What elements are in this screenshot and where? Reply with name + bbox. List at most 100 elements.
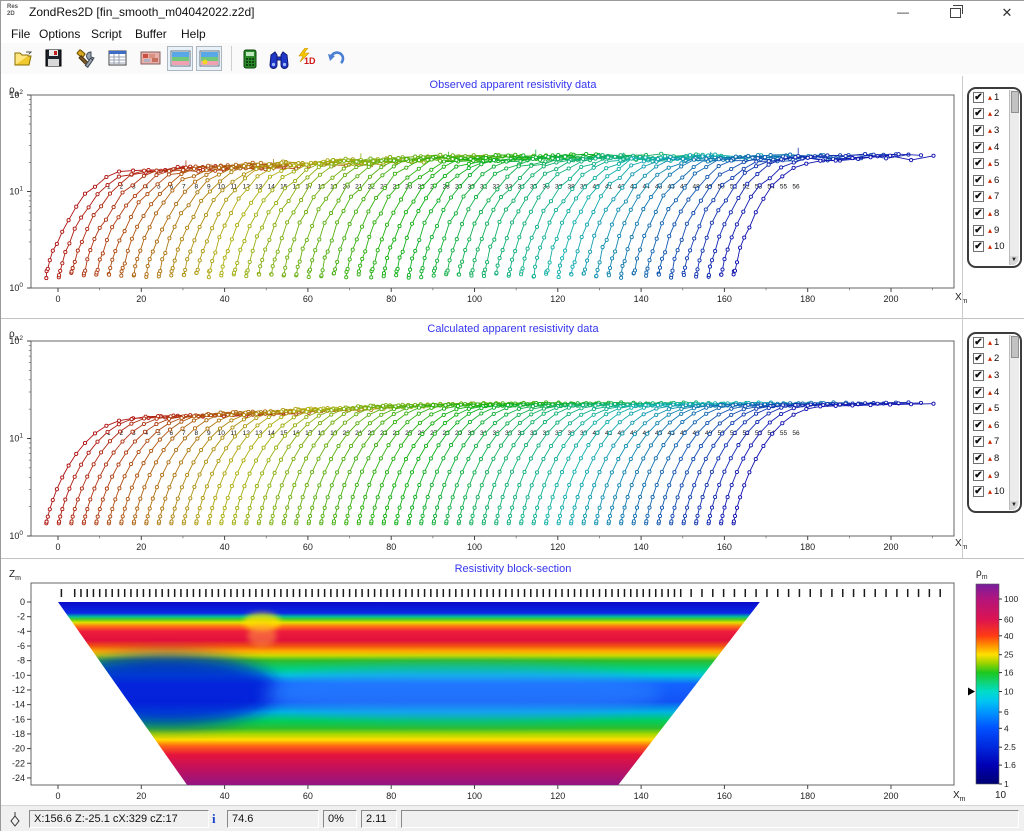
series-checkbox-7[interactable]: ✔: [973, 191, 984, 202]
svg-text:40: 40: [220, 294, 230, 304]
legend-scrollbar-thumb[interactable]: [1011, 91, 1019, 113]
calculator-button[interactable]: [239, 46, 265, 71]
series-checkbox-1[interactable]: ✔: [973, 92, 984, 103]
restore-button[interactable]: [933, 1, 977, 24]
series-checkbox-8[interactable]: ✔: [973, 453, 984, 464]
search-button[interactable]: [265, 46, 291, 71]
series-label: 9: [994, 225, 999, 236]
series-checkbox-6[interactable]: ✔: [973, 175, 984, 186]
table-button[interactable]: [105, 46, 131, 71]
svg-text:6: 6: [1004, 707, 1009, 717]
app-window: Res 2D ZondRes2D [fin_smooth_m04042022.z…: [0, 0, 1024, 831]
series-checkbox-6[interactable]: ✔: [973, 420, 984, 431]
svg-text:-6: -6: [17, 641, 25, 651]
series-checkbox-2[interactable]: ✔: [973, 108, 984, 119]
series-checkbox-1[interactable]: ✔: [973, 337, 984, 348]
series-checkbox-5[interactable]: ✔: [973, 403, 984, 414]
series-checkbox-10[interactable]: ✔: [973, 241, 984, 252]
svg-text:101: 101: [9, 433, 23, 444]
legend-scrollbar[interactable]: ▼: [1009, 335, 1019, 510]
block-section-plot[interactable]: 0-2-4-6-8-10-12-14-16-18-20-22-240204060…: [1, 559, 1024, 805]
inversion-1d-button[interactable]: 1D: [293, 46, 319, 71]
series-label: 10: [994, 486, 1005, 497]
svg-text:100: 100: [1004, 594, 1018, 604]
series-checkbox-10[interactable]: ✔: [973, 486, 984, 497]
model-view-button[interactable]: [137, 46, 163, 71]
legend-scroll-down-icon[interactable]: ▼: [1010, 256, 1018, 265]
series-checkbox-4[interactable]: ✔: [973, 387, 984, 398]
menu-file[interactable]: File: [7, 26, 34, 42]
menu-bar: File Options Script Buffer Help: [1, 24, 1024, 43]
legend-splitter[interactable]: [962, 76, 963, 558]
settings-button[interactable]: [73, 46, 99, 71]
calculator-icon: [242, 49, 258, 69]
legend-scroll-down-icon[interactable]: ▼: [1010, 501, 1018, 510]
svg-text:9: 9: [207, 183, 211, 190]
save-button[interactable]: [41, 46, 67, 71]
status-bar: X:156.6 Z:-25.1 cX:329 cZ:17 i 74.6 0% 2…: [1, 805, 1024, 831]
panel-separator-1: [1, 318, 1024, 319]
menu-options[interactable]: Options: [35, 26, 84, 42]
menu-script[interactable]: Script: [87, 26, 126, 42]
series-checkbox-9[interactable]: ✔: [973, 470, 984, 481]
model-pseudosection-view-button[interactable]: [196, 46, 222, 71]
svg-text:55: 55: [780, 430, 788, 437]
menu-buffer[interactable]: Buffer: [131, 26, 171, 42]
svg-text:1.6: 1.6: [1004, 760, 1016, 770]
series-checkbox-5[interactable]: ✔: [973, 158, 984, 169]
svg-text:120: 120: [550, 542, 565, 552]
svg-text:0: 0: [55, 791, 60, 801]
observed-chart-plot[interactable]: 1001011020204060801001201401601802001234…: [1, 74, 1024, 319]
calculated-chart-plot[interactable]: 1001011020204060801001201401601802001234…: [1, 319, 1024, 559]
menu-help[interactable]: Help: [177, 26, 210, 42]
calculated-legend-panel: ✔▴1✔▴2✔▴3✔▴4✔▴5✔▴6✔▴7✔▴8✔▴9✔▴10▼: [967, 332, 1022, 513]
svg-text:25: 25: [1004, 650, 1014, 660]
series-checkbox-3[interactable]: ✔: [973, 370, 984, 381]
svg-text:40: 40: [220, 791, 230, 801]
pseudosection-view-button[interactable]: [167, 46, 193, 71]
series-marker-icon: ▴: [988, 93, 992, 102]
open-button[interactable]: [11, 46, 37, 71]
svg-text:160: 160: [717, 791, 732, 801]
binoculars-icon: [268, 49, 290, 69]
series-marker-icon: ▴: [988, 354, 992, 363]
series-checkbox-3[interactable]: ✔: [973, 125, 984, 136]
series-label: 3: [994, 370, 999, 381]
svg-text:102: 102: [9, 335, 23, 346]
series-checkbox-9[interactable]: ✔: [973, 225, 984, 236]
svg-text:-18: -18: [12, 729, 25, 739]
svg-text:7: 7: [182, 183, 186, 190]
undo-button[interactable]: [323, 46, 349, 71]
series-label: 1: [994, 337, 999, 348]
series-label: 5: [994, 403, 999, 414]
svg-text:55: 55: [780, 183, 788, 190]
window-title: ZondRes2D [fin_smooth_m04042022.z2d]: [29, 5, 254, 19]
svg-text:56: 56: [792, 183, 800, 190]
svg-text:-8: -8: [17, 656, 25, 666]
series-marker-icon: ▴: [988, 388, 992, 397]
svg-text:180: 180: [800, 791, 815, 801]
status-coordinates: X:156.6 Z:-25.1 cX:329 cZ:17: [29, 810, 209, 828]
minimize-button[interactable]: —: [881, 1, 925, 24]
series-checkbox-7[interactable]: ✔: [973, 436, 984, 447]
series-label: 8: [994, 453, 999, 464]
svg-text:160: 160: [717, 542, 732, 552]
svg-text:0: 0: [55, 542, 60, 552]
series-label: 5: [994, 158, 999, 169]
series-checkbox-2[interactable]: ✔: [973, 353, 984, 364]
series-checkbox-4[interactable]: ✔: [973, 142, 984, 153]
series-label: 2: [994, 353, 999, 364]
series-checkbox-8[interactable]: ✔: [973, 208, 984, 219]
restore-icon: [950, 8, 961, 18]
app-icon-line1: Res: [7, 4, 24, 11]
svg-text:140: 140: [634, 791, 649, 801]
legend-scrollbar-thumb[interactable]: [1011, 336, 1019, 358]
close-button[interactable]: ✕: [985, 1, 1024, 24]
sections-with-model-icon: [199, 49, 221, 69]
svg-text:80: 80: [386, 791, 396, 801]
series-label: 4: [994, 142, 999, 153]
svg-text:40: 40: [220, 542, 230, 552]
legend-scrollbar[interactable]: ▼: [1009, 90, 1019, 265]
chart-area: Observed apparent resistivity data Calcu…: [1, 74, 1024, 805]
svg-text:20: 20: [136, 791, 146, 801]
